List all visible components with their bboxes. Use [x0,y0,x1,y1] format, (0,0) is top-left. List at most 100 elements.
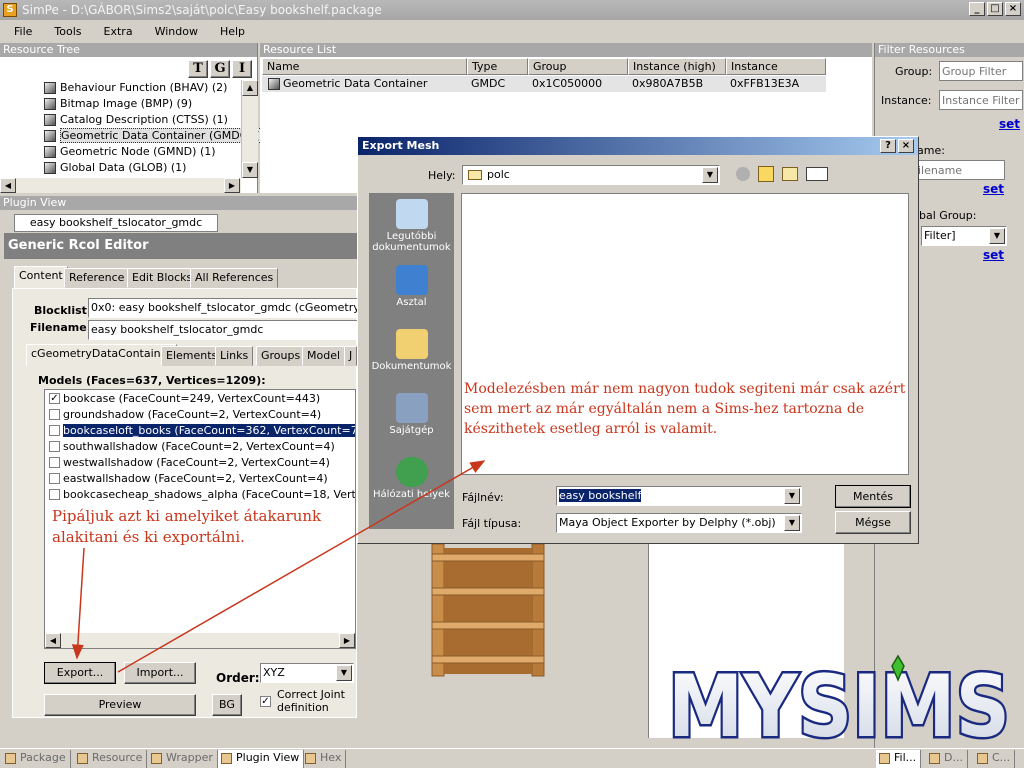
checkbox-checked[interactable]: ✓ [49,393,60,404]
subtab-model[interactable]: Model [302,346,346,366]
checkbox[interactable] [49,425,60,436]
tree-view-t-button[interactable]: T [188,60,208,78]
tab-plugin-view[interactable]: Plugin View [218,750,305,768]
place-my-computer[interactable]: Sajátgép [369,393,454,436]
back-arrow-icon[interactable] [736,167,750,181]
tree-item[interactable]: Catalog Description (CTSS) (1) [0,112,241,128]
menu-extra[interactable]: Extra [90,25,141,38]
tree-item[interactable]: Behaviour Function (BHAV) (2) [0,80,241,96]
list-item[interactable]: ✓ bookcase (FaceCount=249, VertexCount=44… [45,391,355,407]
new-folder-icon[interactable] [782,167,798,181]
checkbox[interactable] [49,409,60,420]
tab-content[interactable]: Content [14,266,68,288]
list-item-selected[interactable]: bookcaseloft_books (FaceCount=362, Verte… [45,423,355,439]
checkbox[interactable] [49,489,60,500]
correct-joint-checkbox[interactable]: ✓ [260,696,271,707]
bg-button[interactable]: BG [212,694,242,716]
set-link[interactable]: set [983,248,1004,262]
checkbox[interactable] [49,457,60,468]
checkbox[interactable] [49,441,60,452]
tree-view-g-button[interactable]: G [210,60,230,78]
close-window-button[interactable]: × [1005,2,1021,16]
column-group[interactable]: Group [528,58,628,75]
instance-filter-input[interactable] [939,90,1023,110]
scroll-down-arrow-icon[interactable]: ▼ [242,162,258,178]
preview-button[interactable]: Preview [44,694,196,716]
models-horizontal-scrollbar[interactable]: ◀ ▶ [45,633,355,648]
dialog-close-icon[interactable]: × [898,139,914,153]
tab-d[interactable]: D... [926,750,968,768]
place-desktop[interactable]: Asztal [369,265,454,308]
list-item[interactable]: eastwallshadow (FaceCount=2, VertexCount… [45,471,355,487]
tab-package[interactable]: Package [2,750,71,768]
minimize-button[interactable]: _ [969,2,985,16]
import-button[interactable]: Import... [124,662,196,684]
subtab-elements[interactable]: Elements [161,346,223,366]
tree-view-i-button[interactable]: I [232,60,252,78]
tree-horizontal-scrollbar[interactable]: ◀ ▶ [0,178,241,193]
folder-up-icon[interactable] [758,166,774,182]
table-row[interactable]: Geometric Data Container GMDC 0x1C050000… [262,76,826,92]
cancel-button[interactable]: Mégse [835,511,911,534]
tree-item-selected[interactable]: Geometric Data Container (GMDC) (1) [0,128,272,144]
scroll-right-arrow-icon[interactable]: ▶ [224,178,240,193]
subtab-geometry-container[interactable]: cGeometryDataContainer [26,344,177,366]
chevron-down-icon[interactable]: ▼ [784,488,800,504]
menu-window[interactable]: Window [141,25,206,38]
blocklist-combo[interactable]: 0x0: easy bookshelf_tslocator_gmdc (cGeo… [88,298,358,318]
place-documents[interactable]: Dokumentumok [369,329,454,372]
tab-reference[interactable]: Reference [64,268,130,288]
tab-all-references[interactable]: All References [190,268,279,288]
scroll-left-arrow-icon[interactable]: ◀ [45,633,61,648]
scroll-left-arrow-icon[interactable]: ◀ [0,178,16,193]
tree-item[interactable]: Global Data (GLOB) (1) [0,160,241,176]
tree-item[interactable]: Bitmap Image (BMP) (9) [0,96,241,112]
group-filter-input[interactable] [939,61,1023,81]
tab-filter[interactable]: Fil... [876,750,922,768]
filetype-combo[interactable]: Maya Object Exporter by Delphy (*.obj) ▼ [556,513,802,533]
export-button[interactable]: Export... [44,662,116,684]
order-combo[interactable]: XYZ ▼ [260,663,354,683]
tab-edit-blocks[interactable]: Edit Blocks [127,268,198,288]
view-menu-icon[interactable] [806,167,828,181]
global-group-combo[interactable]: Filter] ▼ [921,226,1007,246]
help-icon[interactable]: ? [880,139,896,153]
filename-field[interactable]: easy bookshelf_tslocator_gmdc [88,320,358,340]
list-item[interactable]: southwallshadow (FaceCount=2, VertexCoun… [45,439,355,455]
tree-vertical-scrollbar[interactable]: ▲ ▼ [241,80,258,178]
column-instance[interactable]: Instance [726,58,826,75]
tree-item[interactable]: Geometric Node (GMND) (1) [0,144,241,160]
column-type[interactable]: Type [467,58,528,75]
chevron-down-icon[interactable]: ▼ [784,515,800,531]
tab-c[interactable]: C... [974,750,1016,768]
column-instance-high[interactable]: Instance (high) [628,58,726,75]
column-name[interactable]: Name [262,58,467,75]
chevron-down-icon[interactable]: ▼ [702,167,718,183]
list-item[interactable]: bookcasecheap_shadows_alpha (FaceCount=1… [45,487,355,503]
location-combo[interactable]: polc ▼ [462,165,720,185]
subtab-more[interactable]: J [344,346,357,366]
list-item[interactable]: westwallshadow (FaceCount=2, VertexCount… [45,455,355,471]
place-recent[interactable]: Legutóbbi dokumentumok [369,199,454,253]
save-button[interactable]: Mentés [835,485,911,508]
menu-tools[interactable]: Tools [40,25,89,38]
set-link[interactable]: set [983,182,1004,196]
list-item[interactable]: groundshadow (FaceCount=2, VertexCount=4… [45,407,355,423]
set-link[interactable]: set [999,117,1020,131]
plugin-doc-tab[interactable]: easy bookshelf_tslocator_gmdc [14,214,218,232]
subtab-groups[interactable]: Groups [256,346,306,366]
scroll-up-arrow-icon[interactable]: ▲ [242,80,258,96]
chevron-down-icon[interactable]: ▼ [336,665,352,681]
menu-file[interactable]: File [0,25,40,38]
tab-wrapper[interactable]: Wrapper [148,750,218,768]
tab-hex[interactable]: Hex [302,750,347,768]
chevron-down-icon[interactable]: ▼ [989,228,1005,244]
filename-filter-input[interactable] [915,160,1005,180]
dialog-filename-input[interactable]: easy bookshelf ▼ [556,486,802,506]
scroll-right-arrow-icon[interactable]: ▶ [339,633,355,648]
checkbox[interactable] [49,473,60,484]
subtab-links[interactable]: Links [215,346,254,366]
menu-help[interactable]: Help [206,25,253,38]
maximize-button[interactable]: □ [987,2,1003,16]
tab-resource[interactable]: Resource [74,750,148,768]
